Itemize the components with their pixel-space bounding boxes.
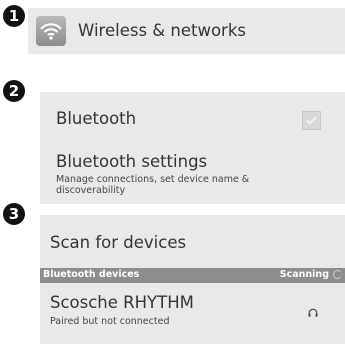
- wifi-icon: [36, 16, 66, 46]
- step-marker-1: 1: [3, 5, 25, 27]
- bluetooth-toggle-label[interactable]: Bluetooth: [56, 109, 136, 128]
- wireless-networks-item[interactable]: Wireless & networks: [28, 8, 345, 54]
- devices-header-label: Bluetooth devices: [43, 269, 140, 280]
- wireless-networks-title: Wireless & networks: [78, 21, 246, 40]
- headphones-icon: [308, 302, 318, 321]
- scan-panel: Scan for devices Bluetooth devices Scann…: [40, 215, 345, 344]
- bluetooth-devices-header: Bluetooth devices Scanning: [40, 268, 345, 283]
- scanning-status: Scanning: [279, 269, 329, 280]
- spinner-icon: [333, 270, 342, 279]
- bluetooth-panel: Bluetooth Bluetooth settings Manage conn…: [40, 92, 345, 204]
- device-status: Paired but not connected: [50, 316, 170, 327]
- bluetooth-settings-title[interactable]: Bluetooth settings: [56, 152, 207, 171]
- bluetooth-checkbox[interactable]: [302, 111, 321, 130]
- step-marker-2: 2: [3, 80, 25, 102]
- device-name[interactable]: Scosche RHYTHM: [50, 293, 194, 312]
- bluetooth-settings-subtitle: Manage connections, set device name & di…: [56, 174, 250, 196]
- step-marker-3: 3: [3, 203, 25, 225]
- scan-for-devices-button[interactable]: Scan for devices: [50, 233, 186, 252]
